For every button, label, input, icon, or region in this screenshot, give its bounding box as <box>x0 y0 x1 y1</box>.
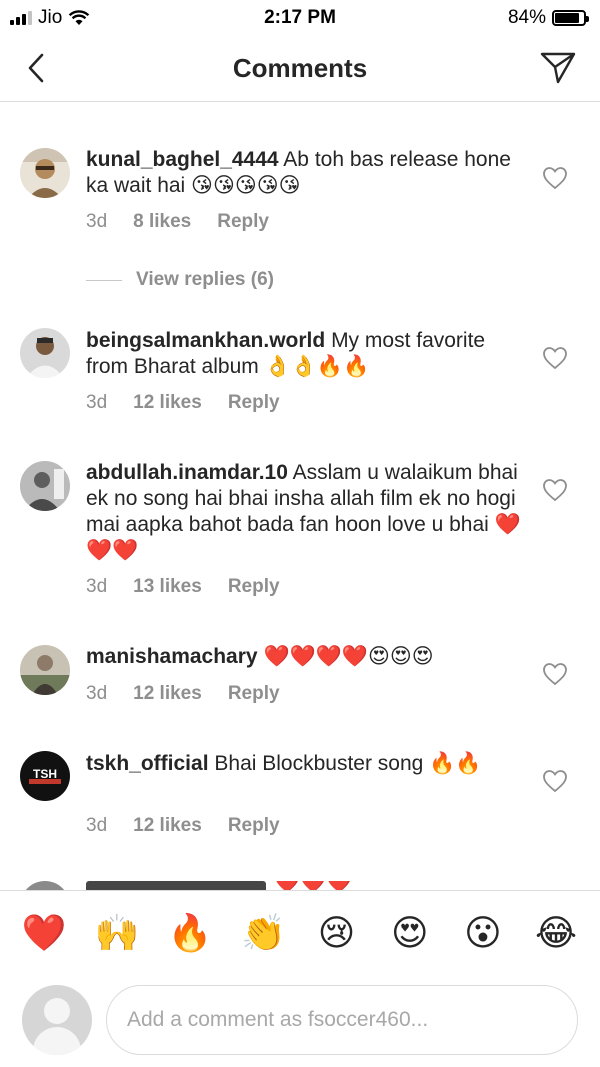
avatar[interactable] <box>20 328 70 378</box>
divider-line <box>86 279 122 281</box>
send-paper-plane-icon <box>540 52 576 84</box>
reply-button[interactable]: Reply <box>228 683 280 705</box>
comment-composer <box>0 980 600 1060</box>
comment-time: 3d <box>86 392 108 413</box>
navigation-bar: Comments <box>0 36 600 102</box>
comment-body: kunal_baghel_4444 Ab toh bas release hon… <box>86 147 526 199</box>
comment-text: Bhai Blockbuster song 🔥🔥 <box>214 752 482 775</box>
reply-button[interactable]: Reply <box>228 392 280 414</box>
battery-icon <box>552 10 589 26</box>
partial-username <box>86 881 266 890</box>
partial-comment-text: ❤️❤️❤️ <box>274 881 352 890</box>
heart-outline-icon[interactable] <box>542 165 568 191</box>
avatar[interactable]: TSH <box>20 751 70 801</box>
reply-button[interactable]: Reply <box>228 576 280 598</box>
share-button[interactable] <box>538 48 578 88</box>
comment-text: ❤️❤️❤️❤️😍😍😍 <box>263 645 434 668</box>
view-replies-label: View replies (6) <box>136 269 274 290</box>
comment-username[interactable]: beingsalmankhan.world <box>86 329 325 352</box>
comment-username[interactable]: manishamachary <box>86 645 258 668</box>
battery-info: 84% <box>507 7 589 29</box>
battery-percent: 84% <box>507 7 546 28</box>
avatar[interactable] <box>20 645 70 695</box>
comment-username[interactable]: tskh_official <box>86 752 209 775</box>
open-mouth-face-emoji[interactable]: 😮 <box>461 911 505 955</box>
heart-eyes-emoji[interactable]: 😍 <box>388 911 432 955</box>
raising-hands-emoji[interactable]: 🙌 <box>95 911 140 955</box>
carrier-name: Jio <box>38 7 63 28</box>
comment-username[interactable]: kunal_baghel_4444 <box>86 148 279 171</box>
comment-likes[interactable]: 13 likes <box>133 576 202 598</box>
comment-body: tskh_official Bhai Blockbuster song 🔥🔥 <box>86 751 526 777</box>
fire-emoji[interactable]: 🔥 <box>168 911 213 955</box>
reply-button[interactable]: Reply <box>217 211 269 233</box>
battery-fill <box>555 13 579 23</box>
heart-outline-icon[interactable] <box>542 345 568 371</box>
red-heart-emoji[interactable]: ❤️ <box>22 911 67 955</box>
heart-outline-icon[interactable] <box>542 661 568 687</box>
avatar[interactable] <box>20 881 70 890</box>
comment-meta: 3d 8 likes Reply <box>86 211 269 233</box>
comment-body: abdullah.inamdar.10 Asslam u walaikum bh… <box>86 460 526 564</box>
clapping-hands-emoji[interactable]: 👏 <box>241 911 286 955</box>
comment-body: beingsalmankhan.world My most favorite f… <box>86 328 526 380</box>
emoji-quick-bar: ❤️ 🙌 🔥 👏 😢 😍 😮 😂 <box>0 890 600 974</box>
comments-list: kunal_baghel_4444 Ab toh bas release hon… <box>0 103 600 890</box>
comment-input[interactable] <box>106 985 578 1055</box>
wifi-icon <box>69 10 90 25</box>
comment-meta: 3d 13 likes Reply <box>86 576 280 598</box>
current-user-avatar <box>22 985 92 1055</box>
comment-likes[interactable]: 12 likes <box>133 815 202 837</box>
comment-meta: 3d 12 likes Reply <box>86 683 280 705</box>
comment-time: 3d <box>86 576 108 597</box>
carrier-info: Jio <box>10 7 90 29</box>
reply-button[interactable]: Reply <box>228 815 280 837</box>
back-button[interactable] <box>18 50 54 86</box>
status-bar: Jio 2:17 PM 84% <box>0 0 600 36</box>
comment-body: manishamachary ❤️❤️❤️❤️😍😍😍 <box>86 644 526 670</box>
avatar[interactable] <box>20 148 70 198</box>
comment-time: 3d <box>86 683 108 704</box>
tears-of-joy-emoji[interactable]: 😂 <box>534 911 578 955</box>
chevron-left-icon <box>28 53 44 83</box>
comment-meta: 3d 12 likes Reply <box>86 392 280 414</box>
page-title: Comments <box>232 53 368 83</box>
comment-time: 3d <box>86 211 108 232</box>
heart-outline-icon[interactable] <box>542 768 568 794</box>
heart-outline-icon[interactable] <box>542 477 568 503</box>
partial-comment-item: ❤️❤️❤️ <box>0 881 600 890</box>
crying-face-emoji[interactable]: 😢 <box>315 911 359 955</box>
comment-likes[interactable]: 8 likes <box>133 211 191 233</box>
comment-username[interactable]: abdullah.inamdar.10 <box>86 461 288 484</box>
view-replies-button[interactable]: View replies (6) <box>86 269 274 291</box>
comment-likes[interactable]: 12 likes <box>133 392 202 414</box>
comment-time: 3d <box>86 815 108 836</box>
comment-meta: 3d 12 likes Reply <box>86 815 280 837</box>
comment-likes[interactable]: 12 likes <box>133 683 202 705</box>
avatar-logo-text: TSH <box>33 767 57 781</box>
signal-strength-icon <box>10 11 32 25</box>
avatar[interactable] <box>20 461 70 511</box>
